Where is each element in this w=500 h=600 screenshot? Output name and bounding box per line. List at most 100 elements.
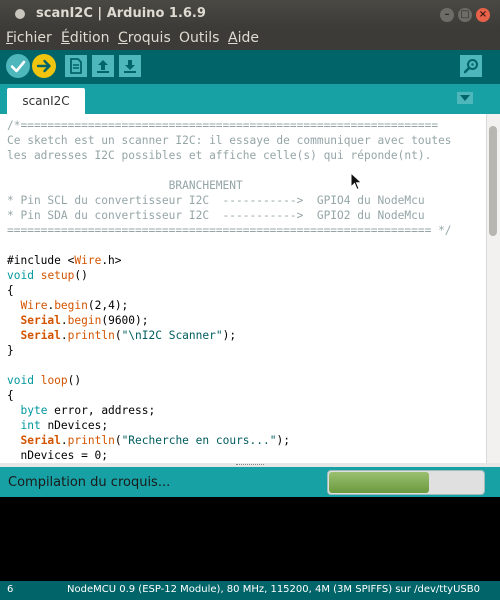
arrow-down-icon bbox=[124, 60, 136, 73]
code-token: BRANCHEMENT bbox=[7, 179, 243, 192]
code-token: "\nI2C Scanner" bbox=[121, 329, 223, 342]
code-line: } bbox=[7, 343, 14, 358]
code-token: void bbox=[7, 269, 34, 282]
code-token: () bbox=[74, 269, 88, 282]
splitter-grip-icon[interactable] bbox=[236, 464, 264, 466]
code-line: { bbox=[7, 388, 14, 403]
menu-croquis[interactable]: Croquis bbox=[118, 30, 171, 46]
new-sketch-button[interactable] bbox=[65, 55, 87, 77]
menu-mnemonic: É bbox=[61, 30, 70, 46]
console-scrollbar[interactable] bbox=[486, 497, 500, 581]
code-token: println bbox=[67, 434, 115, 447]
line-number: 6 bbox=[7, 584, 14, 595]
tab-menu-icon[interactable] bbox=[457, 92, 473, 104]
menu-label-rest: O bbox=[179, 30, 191, 46]
code-token: /*======================================… bbox=[7, 119, 439, 132]
console-output[interactable] bbox=[0, 497, 500, 581]
new-file-icon bbox=[70, 58, 82, 74]
window-title: scanI2C | Arduino 1.6.9 bbox=[36, 6, 206, 21]
maximize-icon[interactable]: □ bbox=[458, 8, 472, 22]
close-icon[interactable]: × bbox=[476, 8, 490, 22]
menu-label-rest: ichier bbox=[13, 30, 52, 46]
editor-scrollbar[interactable] bbox=[486, 114, 500, 463]
checkmark-icon bbox=[10, 60, 26, 73]
code-line: * Pin SDA du convertisseur I2C ---------… bbox=[7, 208, 425, 223]
open-button[interactable] bbox=[92, 55, 114, 77]
code-line: Serial.println("\nI2C Scanner"); bbox=[7, 328, 236, 343]
arrow-right-icon bbox=[36, 59, 51, 73]
code-token: byte bbox=[20, 404, 48, 417]
code-token: (9600); bbox=[101, 314, 149, 327]
title-bar: scanI2C | Arduino 1.6.9 – □ × bbox=[0, 0, 500, 28]
menu-aide[interactable]: Aide bbox=[228, 30, 259, 46]
code-token: Serial bbox=[20, 314, 61, 327]
code-token: nDevices; bbox=[40, 419, 109, 432]
minimize-icon[interactable]: – bbox=[440, 8, 454, 22]
code-token: begin bbox=[54, 299, 88, 312]
code-line: int nDevices; bbox=[7, 418, 108, 433]
code-token: { bbox=[7, 284, 14, 297]
code-line: BRANCHEMENT bbox=[7, 178, 243, 193]
code-token: Serial bbox=[20, 434, 61, 447]
menu-label-rest: utils bbox=[190, 30, 220, 46]
code-line: nDevices = 0; bbox=[7, 448, 108, 463]
code-token: "Recherche en cours..." bbox=[121, 434, 277, 447]
code-line: /*======================================… bbox=[7, 118, 438, 133]
menu-mnemonic: A bbox=[228, 30, 238, 46]
code-editor[interactable]: /*======================================… bbox=[0, 114, 486, 463]
code-token: loop bbox=[40, 374, 68, 387]
code-token: int bbox=[20, 419, 41, 432]
code-line: { bbox=[7, 283, 14, 298]
code-line: #include <Wire.h> bbox=[7, 253, 122, 268]
code-token: * Pin SCL du convertisseur I2C ---------… bbox=[7, 194, 425, 207]
menu-outils[interactable]: Outils bbox=[179, 30, 219, 46]
code-token: void bbox=[7, 374, 34, 387]
menu-mnemonic: C bbox=[118, 30, 128, 46]
code-line: void loop() bbox=[7, 373, 81, 388]
arrow-up-icon bbox=[97, 60, 109, 73]
tab-bar: scanI2C bbox=[0, 84, 500, 114]
code-token: Ce sketch est un scanner I2C: il essaye … bbox=[7, 134, 452, 147]
status-message: Compilation du croquis... bbox=[8, 475, 171, 490]
code-line: les adresses I2C possibles et affiche ce… bbox=[7, 148, 431, 163]
code-token: Wire bbox=[20, 299, 48, 312]
code-token: .h> bbox=[101, 254, 122, 267]
status-bar: Compilation du croquis... bbox=[0, 467, 500, 497]
code-token: ( bbox=[114, 434, 122, 447]
menu-bar: Fichier Édition Croquis Outils Aide bbox=[0, 28, 500, 50]
code-token: nDevices = 0; bbox=[7, 449, 109, 462]
code-line: ========================================… bbox=[7, 223, 452, 238]
board-status-bar: 6 NodeMCU 0.9 (ESP-12 Module), 80 MHz, 1… bbox=[0, 581, 500, 600]
code-token: begin bbox=[67, 314, 102, 327]
menu-label-rest: dition bbox=[69, 30, 110, 46]
verify-button[interactable] bbox=[6, 54, 30, 78]
menu-fichier[interactable]: Fichier bbox=[6, 30, 52, 46]
code-token: les adresses I2C possibles et affiche ce… bbox=[7, 149, 432, 162]
app-menu-icon[interactable] bbox=[15, 9, 25, 19]
code-line: * Pin SCL du convertisseur I2C ---------… bbox=[7, 193, 425, 208]
tab-scani2c[interactable]: scanI2C bbox=[7, 88, 85, 114]
upload-button[interactable] bbox=[32, 54, 56, 78]
code-token: . bbox=[60, 434, 68, 447]
scrollbar-thumb[interactable] bbox=[489, 126, 497, 236]
menu-edition[interactable]: Édition bbox=[61, 30, 109, 46]
code-token: } bbox=[7, 344, 14, 357]
code-token: ); bbox=[276, 434, 290, 447]
code-line: void setup() bbox=[7, 268, 88, 283]
code-token: ========================================… bbox=[7, 224, 452, 237]
code-token: . bbox=[60, 329, 68, 342]
mouse-pointer-icon bbox=[350, 172, 363, 191]
menu-mnemonic: F bbox=[6, 30, 14, 46]
code-token: . bbox=[60, 314, 68, 327]
compile-progress-bar bbox=[327, 470, 485, 495]
serial-monitor-button[interactable] bbox=[460, 55, 482, 77]
code-line: Serial.println("Recherche en cours..."); bbox=[7, 433, 290, 448]
code-line: Wire.begin(2,4); bbox=[7, 298, 128, 313]
save-button[interactable] bbox=[119, 55, 141, 77]
